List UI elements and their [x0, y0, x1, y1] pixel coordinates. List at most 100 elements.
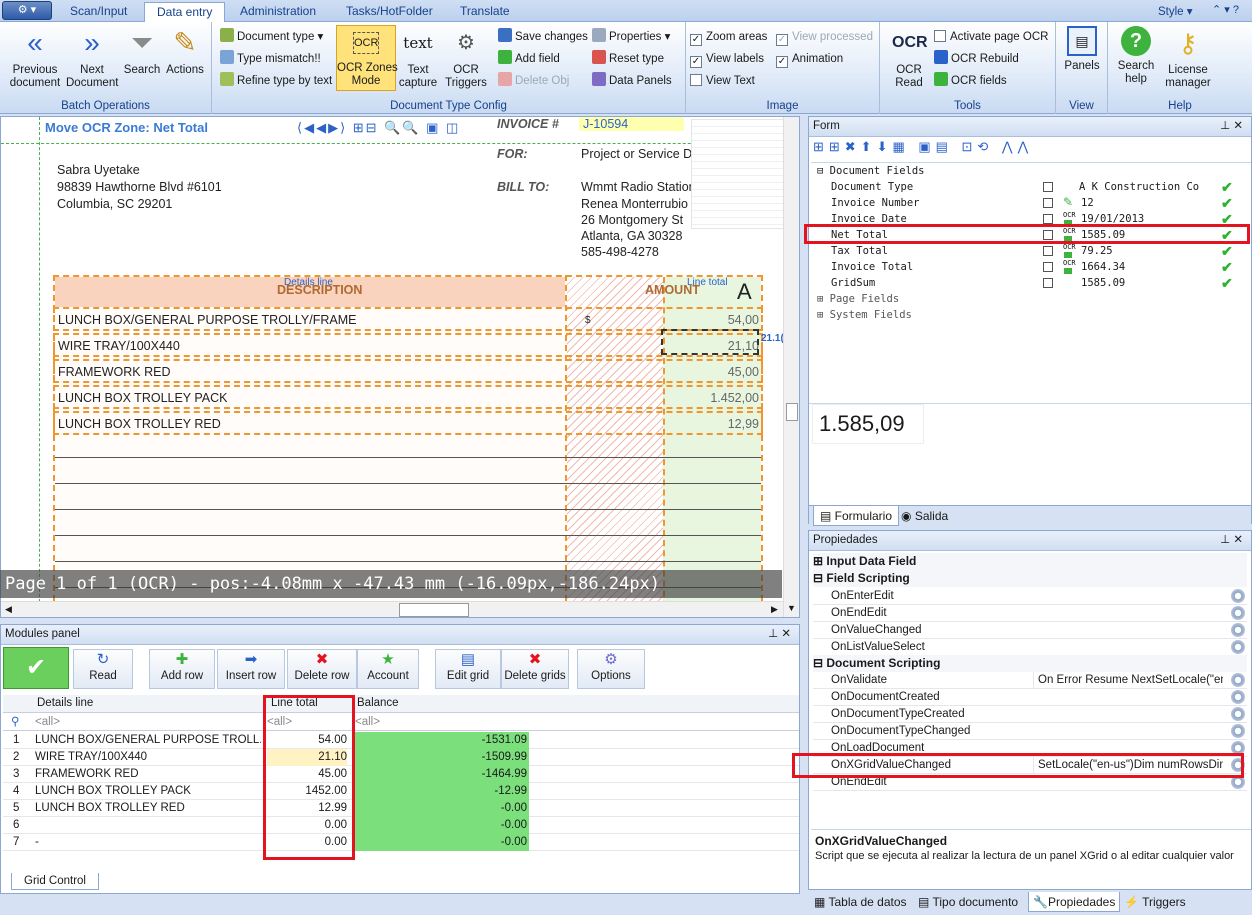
- scroll-right-arrow-icon[interactable]: ▶: [771, 604, 778, 615]
- form-field-row[interactable]: Invoice Total OCR 1664.34 ✔: [809, 259, 1249, 275]
- scroll-left-arrow-icon[interactable]: ◀: [5, 604, 12, 615]
- panels-button[interactable]: ▤ Panels: [1060, 26, 1104, 73]
- field-toggle-checkbox[interactable]: [1043, 246, 1053, 256]
- row-details[interactable]: [35, 817, 261, 834]
- form-field-row[interactable]: GridSum 1585.09 ✔: [809, 275, 1249, 291]
- gear-icon[interactable]: [1231, 640, 1245, 654]
- net-total-selected-zone[interactable]: [661, 329, 759, 355]
- row-details[interactable]: -: [35, 834, 261, 851]
- edit-grid-button[interactable]: ▤ Edit grid: [435, 649, 501, 689]
- field-toggle-checkbox[interactable]: [1043, 278, 1053, 288]
- row-balance[interactable]: -12.99: [355, 783, 529, 800]
- document-image-viewer[interactable]: Move OCR Zone: Net Total ⟨◀◀▶⟩ ⊞⊟ 🔍🔍 ▣ ◫…: [0, 116, 800, 618]
- text-capture-button[interactable]: text Text capture: [398, 26, 438, 90]
- property-row[interactable]: OnDocumentTypeChanged: [813, 723, 1247, 740]
- row-balance[interactable]: -1531.09: [355, 732, 529, 749]
- save-changes-button[interactable]: Save changes: [498, 28, 588, 46]
- property-row[interactable]: OnDocumentTypeCreated: [813, 706, 1247, 723]
- property-row[interactable]: OnDocumentCreated: [813, 689, 1247, 706]
- tab-translate[interactable]: Translate: [448, 2, 522, 22]
- tab-triggers[interactable]: ⚡ Triggers: [1124, 892, 1186, 912]
- options-button[interactable]: ⚙ Options: [577, 649, 645, 689]
- pin-close-icon[interactable]: ⊥ ✕: [1220, 117, 1243, 136]
- view-processed-checkbox[interactable]: ✓ View processed: [776, 28, 873, 46]
- category-document-scripting[interactable]: ⊟ Document Scripting: [813, 655, 1247, 672]
- row-details[interactable]: WIRE TRAY/100X440: [35, 749, 261, 766]
- field-toggle-checkbox[interactable]: [1043, 182, 1053, 192]
- scroll-down-arrow-icon[interactable]: ▼: [787, 603, 796, 613]
- gear-icon[interactable]: [1231, 623, 1245, 637]
- delete-row-button[interactable]: ✖ Delete row: [287, 649, 357, 689]
- column-header-balance[interactable]: Balance: [357, 695, 399, 712]
- document-type-button[interactable]: Document type ▾: [220, 28, 323, 46]
- application-menu-button[interactable]: ⚙ ▾: [2, 1, 52, 20]
- reset-type-button[interactable]: Reset type: [592, 50, 664, 68]
- activate-page-ocr-checkbox[interactable]: Activate page OCR: [934, 28, 1048, 46]
- properties-button[interactable]: Properties ▾: [592, 28, 670, 46]
- tab-salida[interactable]: ◉ Salida: [901, 506, 948, 526]
- filter-balance-input[interactable]: <all>: [355, 714, 529, 731]
- invoice-number-zone[interactable]: J-10594: [579, 117, 684, 131]
- view-text-checkbox[interactable]: View Text: [690, 72, 755, 90]
- tab-grid-control[interactable]: Grid Control: [11, 873, 99, 890]
- gear-icon[interactable]: [1231, 690, 1245, 704]
- refine-type-button[interactable]: Refine type by text: [220, 72, 332, 90]
- document-fields-node[interactable]: ⊟ Document Fields: [817, 163, 924, 179]
- tab-data-entry[interactable]: Data entry: [144, 2, 226, 22]
- previous-document-button[interactable]: « Previous document: [6, 26, 64, 90]
- zone-navigation-toolbar[interactable]: ⟨◀◀▶⟩ ⊞⊟ 🔍🔍 ▣ ◫: [297, 120, 460, 136]
- vertical-scrollbar[interactable]: ▼: [783, 117, 799, 617]
- ocr-rebuild-button[interactable]: OCR Rebuild: [934, 50, 1019, 68]
- row-details[interactable]: LUNCH BOX TROLLEY RED: [35, 800, 261, 817]
- window-controls[interactable]: ⌃ ▾ ?: [1212, 3, 1239, 16]
- field-value[interactable]: 1664.34: [1081, 259, 1125, 275]
- data-panels-button[interactable]: Data Panels: [592, 72, 672, 90]
- property-row[interactable]: OnValueChanged: [813, 622, 1247, 639]
- next-document-button[interactable]: » Next Document: [66, 26, 118, 90]
- gear-icon[interactable]: [1231, 606, 1245, 620]
- status-ok-button[interactable]: ✔: [3, 647, 69, 689]
- tab-formulario[interactable]: ▤ Formulario: [813, 506, 900, 526]
- property-row[interactable]: OnListValueSelect: [813, 639, 1247, 656]
- table-row[interactable]: 2 WIRE TRAY/100X440 21.10 -1509.99: [3, 749, 799, 766]
- form-field-row[interactable]: Invoice Number ✎ 12 ✔: [809, 195, 1249, 211]
- property-value[interactable]: On Error Resume NextSetLocale("en-...: [1033, 672, 1223, 689]
- delete-grids-button[interactable]: ✖ Delete grids: [501, 649, 569, 689]
- tab-tasks-hotfolder[interactable]: Tasks/HotFolder: [334, 2, 445, 22]
- column-header-details[interactable]: Details line: [37, 695, 93, 712]
- form-toolbar[interactable]: ⊞⊞✖⬆⬇▦ ▣▤ ⊡⟲ ⋀⋀: [813, 139, 1249, 161]
- field-toggle-checkbox[interactable]: [1043, 262, 1053, 272]
- animation-checkbox[interactable]: ✓ Animation: [776, 50, 843, 68]
- table-row[interactable]: 3 FRAMEWORK RED 45.00 -1464.99: [3, 766, 799, 783]
- tab-administration[interactable]: Administration: [228, 2, 328, 22]
- search-button[interactable]: ⏷ Search: [120, 26, 164, 77]
- add-row-button[interactable]: ✚ Add row: [149, 649, 215, 689]
- actions-button[interactable]: ✎ Actions: [162, 26, 208, 77]
- table-row[interactable]: 1 LUNCH BOX/GENERAL PURPOSE TROLL... 54.00…: [3, 732, 799, 749]
- table-row[interactable]: 6 0.00 -0.00: [3, 817, 799, 834]
- tab-tipo-documento[interactable]: ▤ Tipo documento: [918, 892, 1018, 912]
- pin-close-icon[interactable]: ⊥ ✕: [1220, 531, 1243, 550]
- scrollbar-thumb[interactable]: [399, 603, 469, 617]
- field-value[interactable]: 79.25: [1081, 243, 1113, 259]
- filter-details-input[interactable]: <all>: [35, 714, 261, 731]
- row-balance[interactable]: -1509.99: [355, 749, 529, 766]
- tab-tabla-de-datos[interactable]: ▦ Tabla de datos: [814, 892, 907, 912]
- table-row[interactable]: 4 LUNCH BOX TROLLEY PACK 1452.00 -12.99: [3, 783, 799, 800]
- insert-row-button[interactable]: ➡ Insert row: [217, 649, 285, 689]
- category-input-data-field[interactable]: ⊞ Input Data Field: [813, 553, 1247, 570]
- row-details[interactable]: FRAMEWORK RED: [35, 766, 261, 783]
- field-value[interactable]: 12: [1081, 195, 1094, 211]
- style-menu[interactable]: Style ▾: [1158, 4, 1193, 18]
- table-row[interactable]: 7-0.00 -0.00: [3, 834, 799, 851]
- row-details[interactable]: LUNCH BOX TROLLEY PACK: [35, 783, 261, 800]
- tab-scan-input[interactable]: Scan/Input: [58, 2, 139, 22]
- tab-propiedades[interactable]: 🔧Propiedades: [1028, 892, 1121, 912]
- ocr-zones-mode-button[interactable]: OCR OCR Zones Mode: [336, 25, 398, 91]
- type-mismatch-button[interactable]: Type mismatch!!: [220, 50, 321, 68]
- scrollbar-thumb[interactable]: [786, 403, 798, 421]
- pin-close-icon[interactable]: ⊥ ✕: [768, 625, 791, 644]
- gear-icon[interactable]: [1231, 673, 1245, 687]
- system-fields-node[interactable]: ⊞ System Fields: [817, 307, 912, 323]
- field-value[interactable]: A K Construction Co: [1079, 179, 1199, 195]
